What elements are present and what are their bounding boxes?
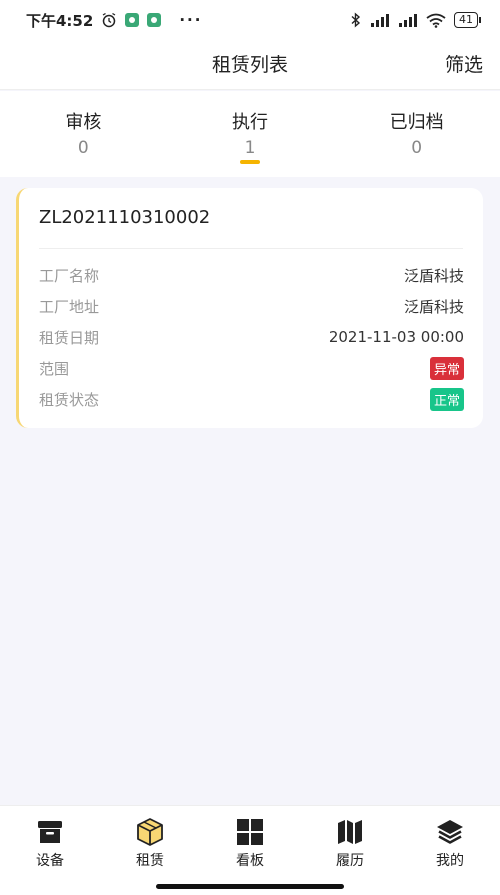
lease-date-row: 租赁日期 2021-11-03 00:00: [39, 326, 464, 348]
factory-address-label: 工厂地址: [39, 297, 100, 316]
factory-name-value: 泛盾科技: [403, 266, 464, 285]
lease-status-label: 租赁状态: [39, 390, 100, 409]
tab-label: 执行: [232, 112, 268, 133]
app-notification-icon: [125, 13, 140, 27]
tab-label: 已归档: [389, 112, 444, 133]
signal-hd-icon: [399, 14, 417, 27]
bottom-tab-lease[interactable]: 租赁: [100, 806, 200, 876]
bottom-tab-label: 租赁: [136, 853, 164, 869]
bottom-tab-label: 履历: [336, 853, 364, 869]
card-divider: [39, 248, 463, 249]
status-time: 下午4:52: [26, 11, 94, 30]
filter-button[interactable]: 筛选: [445, 50, 483, 77]
factory-name-label: 工厂名称: [39, 266, 100, 285]
active-tab-indicator: [240, 160, 260, 164]
tab-review[interactable]: 审核 0: [0, 91, 167, 177]
app-notification-icon: [147, 13, 162, 27]
layers-icon: [437, 820, 463, 844]
alarm-icon: [102, 12, 116, 28]
bottom-tab-label: 我的: [436, 853, 464, 869]
status-left: 下午4:52 ···: [26, 10, 202, 31]
tab-count: 1: [244, 138, 256, 158]
lease-status-row: 租赁状态 正常: [39, 387, 464, 411]
bottom-tab-history[interactable]: 履历: [300, 806, 400, 876]
nav-bar: 租赁列表 筛选: [0, 40, 500, 90]
bottom-tab-label: 设备: [36, 853, 64, 869]
bottom-tab-dashboard[interactable]: 看板: [200, 806, 300, 876]
tab-count: 0: [411, 138, 423, 158]
wifi-icon: [426, 13, 446, 28]
bottom-tab-mine[interactable]: 我的: [400, 806, 500, 876]
tab-executing[interactable]: 执行 1: [167, 91, 334, 177]
status-tabs: 审核 0 执行 1 已归档 0: [0, 91, 500, 177]
bottom-tab-devices[interactable]: 设备: [0, 806, 100, 876]
range-status-badge: 异常: [429, 356, 464, 380]
status-right: 41: [350, 12, 481, 28]
factory-name-row: 工厂名称 泛盾科技: [39, 264, 464, 286]
tab-label: 审核: [65, 112, 102, 133]
more-notifications-icon: ···: [179, 11, 203, 29]
range-row: 范围 异常: [39, 356, 464, 380]
cube-icon: [137, 818, 163, 846]
box-icon: [38, 821, 62, 843]
home-indicator: [156, 884, 344, 889]
lease-status-badge: 正常: [429, 387, 464, 411]
bottom-tab-label: 看板: [236, 853, 264, 869]
lease-date-value: 2021-11-03 00:00: [328, 328, 464, 346]
tab-archived[interactable]: 已归档 0: [333, 91, 500, 177]
signal-icon: [371, 14, 389, 27]
tab-count: 0: [77, 138, 89, 158]
factory-address-value: 泛盾科技: [403, 297, 464, 316]
status-bar: 下午4:52 ··· 41: [0, 0, 500, 40]
bluetooth-icon: [351, 12, 361, 28]
battery-icon: 41: [454, 12, 481, 28]
map-icon: [338, 820, 362, 844]
lease-card[interactable]: ZL2021110310002 工厂名称 泛盾科技 工厂地址 泛盾科技 租赁日期…: [16, 188, 483, 428]
lease-number: ZL2021110310002: [39, 207, 211, 228]
grid-icon: [237, 819, 263, 845]
range-label: 范围: [39, 359, 70, 378]
page-title: 租赁列表: [211, 54, 288, 76]
factory-address-row: 工厂地址 泛盾科技: [39, 295, 464, 317]
lease-date-label: 租赁日期: [39, 328, 100, 347]
bottom-tab-bar: 设备 租赁 看板 履历 我的: [0, 805, 500, 895]
